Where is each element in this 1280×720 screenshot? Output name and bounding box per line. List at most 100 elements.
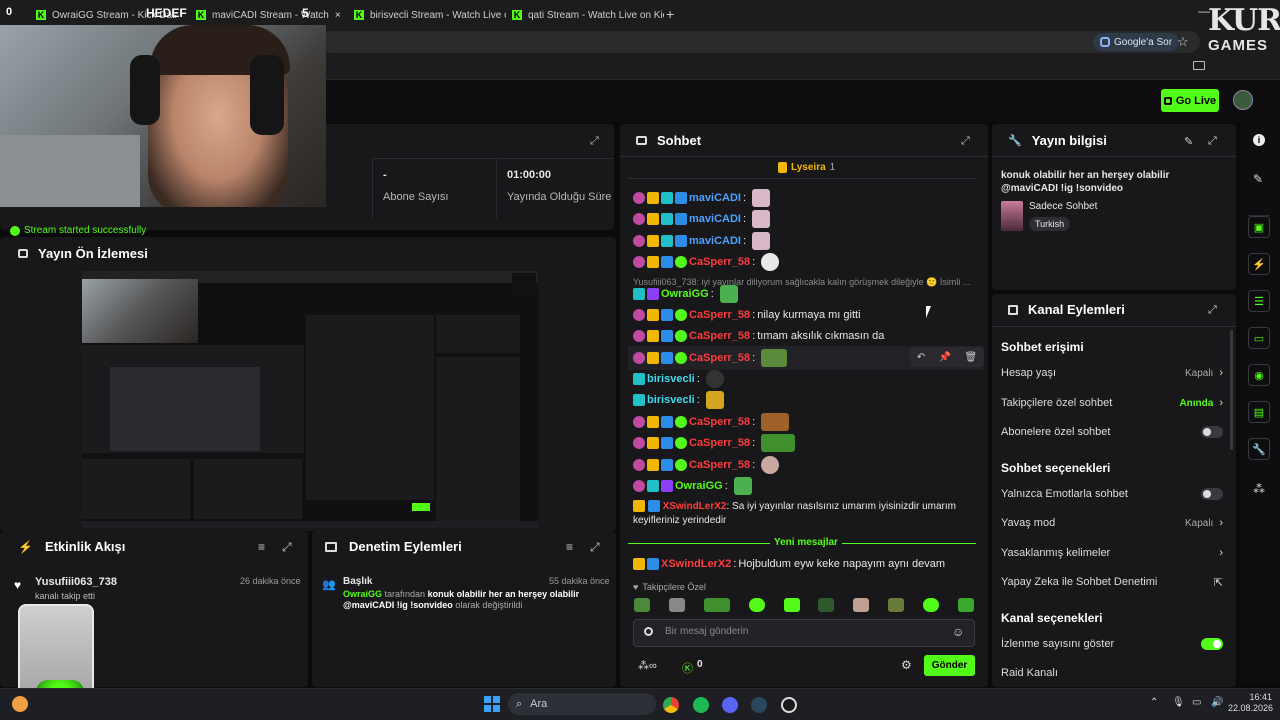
folder-icon[interactable] <box>1193 61 1205 70</box>
chat-message[interactable]: CaSperr_58: <box>633 412 790 432</box>
banned-words-row[interactable]: Yasaklanmış kelimeler › <box>1001 543 1223 563</box>
chat-message[interactable]: birisvecli: <box>633 390 724 410</box>
chat-username[interactable]: maviCADI <box>689 192 741 204</box>
chat-message[interactable]: XSwindLerX2: Hojbuldum eyw keke napayım … <box>633 554 945 574</box>
emote[interactable] <box>923 598 939 612</box>
stream-preview[interactable] <box>82 271 538 528</box>
emote[interactable] <box>703 598 730 612</box>
chat-message[interactable]: XSwindLerX2: Sa iyi yayınlar nasılsınız … <box>633 500 973 528</box>
filter-icon[interactable]: ≡ <box>258 540 265 554</box>
chat-message[interactable]: OwraiGG: <box>633 284 738 304</box>
discord-icon[interactable] <box>722 697 738 713</box>
raid-channel-row[interactable]: Raid Kanalı <box>1001 663 1223 683</box>
chat-message[interactable]: CaSperr_58: tımam aksılık cıkmasın da <box>633 326 884 346</box>
settings-gear-icon[interactable]: ⚙ <box>901 658 912 672</box>
emote-only-toggle[interactable] <box>1201 488 1223 500</box>
chat-tool-icon[interactable]: ▭ <box>1248 327 1270 349</box>
chat-username[interactable]: maviCADI <box>689 213 741 225</box>
tab-mavicadi[interactable]: KmaviCADI Stream - Watch × <box>188 4 348 26</box>
chevron-up-icon[interactable]: ⌃ <box>1150 697 1158 708</box>
moderation-tool-icon[interactable]: ☰ <box>1248 290 1270 312</box>
go-live-button[interactable]: Go Live <box>1161 89 1219 112</box>
emote[interactable] <box>783 598 800 612</box>
emote[interactable] <box>888 598 905 612</box>
activity-user[interactable]: Yusufiii063_738 <box>35 576 117 588</box>
chat-username[interactable]: CaSperr_58 <box>689 330 750 342</box>
popout-icon[interactable]: ⤢ <box>282 540 292 555</box>
emote[interactable] <box>957 598 974 612</box>
chat-username[interactable]: CaSperr_58 <box>689 309 750 321</box>
network-icon[interactable]: ▭ <box>1192 697 1201 708</box>
chat-username[interactable]: XSwindLerX2 <box>663 501 727 512</box>
windows-start-icon[interactable] <box>484 696 500 712</box>
chat-username[interactable]: XSwindLerX2 <box>661 558 731 570</box>
popout-icon[interactable]: ⤢ <box>590 540 600 555</box>
followers-chat-row[interactable]: Takipçilere özel sohbet Anında › <box>1001 393 1223 413</box>
emote-only-row[interactable]: Yalnızca Emotlarla sohbet <box>1001 484 1223 504</box>
edit-icon[interactable]: ✎ <box>1184 135 1193 148</box>
spotify-icon[interactable] <box>693 697 709 713</box>
clock[interactable]: 16:41 22.08.2026 <box>1228 692 1273 714</box>
star-icon[interactable]: ☆ <box>1177 34 1189 50</box>
users-infinity-icon[interactable]: ⁂∞ <box>638 659 657 672</box>
chat-username[interactable]: birisvecli <box>647 373 695 385</box>
chat-message[interactable]: maviCADI: <box>633 231 771 251</box>
close-tab-icon[interactable]: × <box>335 10 341 21</box>
obs-icon[interactable] <box>781 697 797 713</box>
show-viewers-toggle[interactable] <box>1201 638 1223 650</box>
emote[interactable] <box>668 598 685 612</box>
chrome-icon[interactable] <box>663 697 679 713</box>
pinned-gifter[interactable]: Lyseira 1 <box>778 162 835 173</box>
chat-username[interactable]: birisvecli <box>647 394 695 406</box>
chat-message[interactable]: birisvecli: <box>633 369 724 389</box>
mod-actor[interactable]: OwraiGG <box>343 589 382 599</box>
new-tab-button[interactable]: + <box>666 6 674 22</box>
subs-chat-row[interactable]: Abonelere özel sohbet <box>1001 422 1223 442</box>
ai-moderation-row[interactable]: Yapay Zeka ile Sohbet Denetimi ⇱ <box>1001 572 1223 592</box>
info-icon[interactable]: i <box>1253 134 1265 146</box>
user-avatar[interactable] <box>1233 90 1253 110</box>
weather-icon[interactable] <box>12 696 28 712</box>
reply-icon[interactable]: ↶ <box>917 352 925 363</box>
chat-username[interactable]: CaSperr_58 <box>689 416 750 428</box>
category-name[interactable]: Sadece Sohbet <box>1029 201 1097 212</box>
chat-message[interactable]: CaSperr_58: nilay kurmaya mı gitti <box>633 305 861 325</box>
chat-username[interactable]: OwraiGG <box>661 288 709 300</box>
slow-mode-row[interactable]: Yavaş mod Kapalı › <box>1001 513 1223 533</box>
chat-username[interactable]: CaSperr_58 <box>689 256 750 268</box>
emote[interactable] <box>748 598 765 612</box>
pencil-icon[interactable]: ✎ <box>1253 172 1263 186</box>
popout-icon[interactable]: ⤢ <box>1208 304 1217 317</box>
tab-count[interactable]: 0 <box>6 6 24 22</box>
chat-username[interactable]: maviCADI <box>689 235 741 247</box>
subs-chat-toggle[interactable] <box>1201 426 1223 438</box>
emote[interactable] <box>818 598 835 612</box>
google-sor-button[interactable]: Google'a Sor <box>1093 33 1180 51</box>
emote[interactable] <box>634 598 650 612</box>
account-age-row[interactable]: Hesap yaşı Kapalı › <box>1001 363 1223 383</box>
delete-icon[interactable]: 🗑 <box>965 352 978 363</box>
filter-icon[interactable]: ≡ <box>566 540 573 554</box>
preview-tool-icon[interactable]: ▣ <box>1248 216 1270 238</box>
chat-username[interactable]: CaSperr_58 <box>689 459 750 471</box>
show-viewers-row[interactable]: İzlenme sayısını göster <box>1001 634 1223 654</box>
stream-info-tool-icon[interactable]: 🔧 <box>1248 438 1270 460</box>
emoji-icon[interactable]: ☺ <box>952 625 964 639</box>
scrollbar[interactable] <box>1230 330 1233 450</box>
chat-message[interactable]: CaSperr_58: <box>633 455 780 475</box>
chat-message[interactable]: CaSperr_58: <box>633 252 780 272</box>
pin-icon[interactable]: 📌 <box>939 352 951 363</box>
popout-icon[interactable]: ⤢ <box>590 135 599 148</box>
extensions-icon[interactable]: ⁂ <box>1253 482 1265 496</box>
popout-icon[interactable]: ⤢ <box>961 135 970 148</box>
volume-icon[interactable]: 🔊 <box>1211 697 1223 708</box>
emote[interactable] <box>853 598 870 612</box>
channel-actions-tool-icon[interactable]: ▤ <box>1248 401 1270 423</box>
address-bar[interactable] <box>320 31 1200 53</box>
tab-qati[interactable]: Kqati Stream - Watch Live on Kic× <box>504 4 664 26</box>
taskbar-search[interactable]: ⌕ Ara <box>508 693 656 715</box>
mic-icon[interactable]: 🎙 <box>1172 697 1185 708</box>
chat-message[interactable]: OwraiGG: <box>633 476 752 496</box>
broadcast-tool-icon[interactable]: ◉ <box>1248 364 1270 386</box>
send-button[interactable]: Gönder <box>924 655 975 676</box>
